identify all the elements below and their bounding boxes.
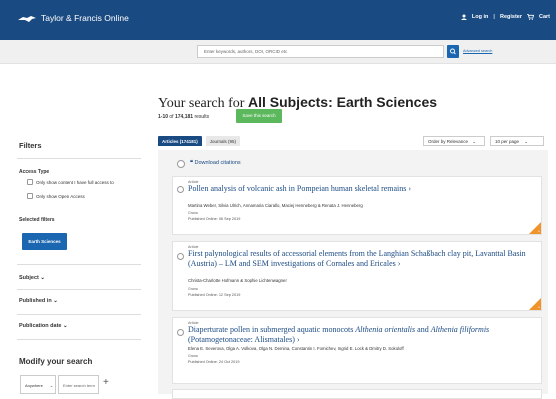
article-authors: Christa-Charlotte Hofmann & Sophie Licht… [188, 278, 287, 283]
filters-divider [17, 158, 141, 159]
register-link[interactable]: Register [500, 14, 522, 20]
chevron-down-icon: ⌄ [53, 298, 58, 304]
search-term-input[interactable]: Enter search term [58, 375, 99, 394]
article-authors: Elena E. Severova, Olga A. Volkova, Olga… [188, 346, 404, 351]
chevron-down-icon: ⌄ [49, 383, 54, 388]
article-published-date: Published Online: 06 Sep 2019 [188, 217, 241, 221]
article-title[interactable]: Pollen analysis of volcanic ash in Pompe… [188, 184, 533, 194]
sort-select[interactable]: Order by Relevance ⌄ [423, 136, 485, 146]
facet-divider [17, 339, 141, 340]
article-title-italic: Althenia orientalis [355, 325, 416, 334]
article-select-radio[interactable] [177, 329, 184, 336]
article-card [172, 389, 542, 399]
access-type-heading: Access Type [19, 169, 50, 175]
search-bar: Enter keywords, authors, DOI, ORCID etc … [0, 40, 556, 64]
article-title-part: (Potamogetonaceae: Alismatales) [188, 334, 295, 344]
modify-search-heading: Modify your search [19, 357, 93, 366]
cart-link[interactable]: Cart [539, 14, 550, 20]
article-title-part: and [415, 325, 431, 334]
chevron-right-icon: › [397, 258, 401, 268]
article-select-radio[interactable] [177, 253, 184, 260]
article-published-date: Published Online: 12 Sep 2019 [188, 293, 241, 297]
filters-heading: Filters [19, 141, 42, 150]
results-of: of [169, 114, 174, 120]
search-scope-select[interactable]: Anywhere ⌄ [20, 375, 56, 394]
selected-filter-chip[interactable]: Earth Sciences [22, 233, 67, 250]
search-input[interactable]: Enter keywords, authors, DOI, ORCID etc [197, 45, 444, 58]
subject-facet[interactable]: Subject ⌄ [19, 275, 45, 281]
tab-articles[interactable]: Articles (174181) [158, 136, 202, 146]
download-citations-link[interactable]: ❝ Download citations [190, 160, 241, 166]
tf-logo-icon [18, 15, 36, 22]
article-journal: Grana [188, 354, 198, 358]
facet-divider [17, 264, 141, 265]
open-access-icon: ◔ [537, 229, 540, 234]
quote-icon: ❝ [190, 160, 193, 166]
per-page-value: 10 per page [495, 139, 520, 144]
results-word: results [194, 114, 210, 120]
full-access-filter[interactable]: Only show content I have full access to [27, 179, 114, 185]
full-access-checkbox[interactable] [27, 179, 33, 185]
search-icon [450, 48, 456, 55]
facet-divider [17, 289, 141, 290]
search-scope-value: Anywhere [25, 383, 43, 388]
page-title-prefix: Your search for [158, 96, 248, 111]
page-title: Your search for All Subjects: Earth Scie… [158, 94, 437, 112]
advanced-search-link[interactable]: Advanced search [463, 49, 492, 53]
results-total: 174,181 [174, 114, 194, 120]
chevron-down-icon: ⌄ [40, 275, 46, 281]
article-authors: Martina Weber, Silvia Ulrich, Annamaria … [188, 203, 363, 208]
open-access-label: Only show Open Access [36, 193, 85, 199]
publication-date-facet-label: Publication date [19, 323, 62, 329]
article-select-radio[interactable] [177, 186, 184, 193]
open-access-filter[interactable]: Only show Open Access [27, 193, 85, 199]
article-title[interactable]: Diaperturate pollen in submerged aquatic… [188, 325, 533, 344]
article-title[interactable]: First palynological results of accessori… [188, 249, 533, 268]
article-journal: Grana [188, 287, 198, 291]
site-logo-text: Taylor & Francis Online [41, 13, 129, 23]
open-access-checkbox[interactable] [27, 193, 33, 199]
facet-divider [17, 314, 141, 315]
results-range: 1-10 [158, 114, 169, 120]
tab-journals[interactable]: Journals (95) [205, 136, 241, 146]
article-title-text: Pollen analysis of volcanic ash in Pompe… [188, 184, 407, 193]
per-page-select[interactable]: 10 per page ⌄ [490, 136, 544, 146]
user-icon [460, 14, 467, 20]
cart-icon[interactable] [526, 14, 534, 20]
save-search-button[interactable]: Save this search [236, 109, 282, 123]
selected-filters-heading: Selected filters [19, 217, 55, 223]
select-all-radio[interactable] [177, 160, 185, 168]
article-card: Article First palynological results of a… [172, 241, 542, 311]
chevron-right-icon: › [408, 184, 412, 193]
download-citations-label: Download citations [194, 160, 241, 166]
chevron-down-icon: ⌄ [472, 139, 477, 144]
article-journal: Grana [188, 211, 198, 215]
chevron-down-icon: ⌄ [524, 139, 529, 144]
login-link[interactable]: Log in [472, 14, 489, 20]
article-title-italic: Althenia filiformis [430, 325, 490, 334]
article-card: Article Diaperturate pollen in submerged… [172, 317, 542, 384]
article-card: Article Pollen analysis of volcanic ash … [172, 176, 542, 235]
search-button[interactable] [447, 45, 459, 58]
nav-separator: | [493, 14, 495, 20]
result-tabs: Articles (174181) Journals (95) [158, 136, 241, 146]
article-title-text: First palynological results of accessori… [188, 249, 526, 268]
site-logo[interactable]: Taylor & Francis Online [17, 13, 129, 23]
sort-value: Order by Relevance [428, 139, 469, 144]
article-title-part: Diaperturate pollen in submerged aquatic… [188, 325, 356, 334]
top-navigation-bar: Taylor & Francis Online Log in | Registe… [0, 0, 556, 40]
full-access-label: Only show content I have full access to [36, 179, 114, 185]
publication-date-facet[interactable]: Publication date ⌄ [19, 323, 68, 329]
chevron-down-icon: ⌄ [63, 323, 68, 329]
article-published-date: Published Online: 24 Oct 2019 [188, 360, 240, 364]
published-in-facet-label: Published in [19, 298, 52, 304]
open-access-icon: ◔ [537, 305, 540, 310]
page-title-query: All Subjects: Earth Sciences [247, 94, 438, 110]
chevron-right-icon: › [296, 334, 300, 344]
results-count: 1-10 of 174,181 results [158, 114, 209, 120]
account-links: Log in | Register Cart [460, 14, 550, 20]
subject-facet-label: Subject [19, 275, 39, 281]
add-field-icon[interactable]: + [103, 377, 109, 388]
published-in-facet[interactable]: Published in ⌄ [19, 298, 58, 304]
